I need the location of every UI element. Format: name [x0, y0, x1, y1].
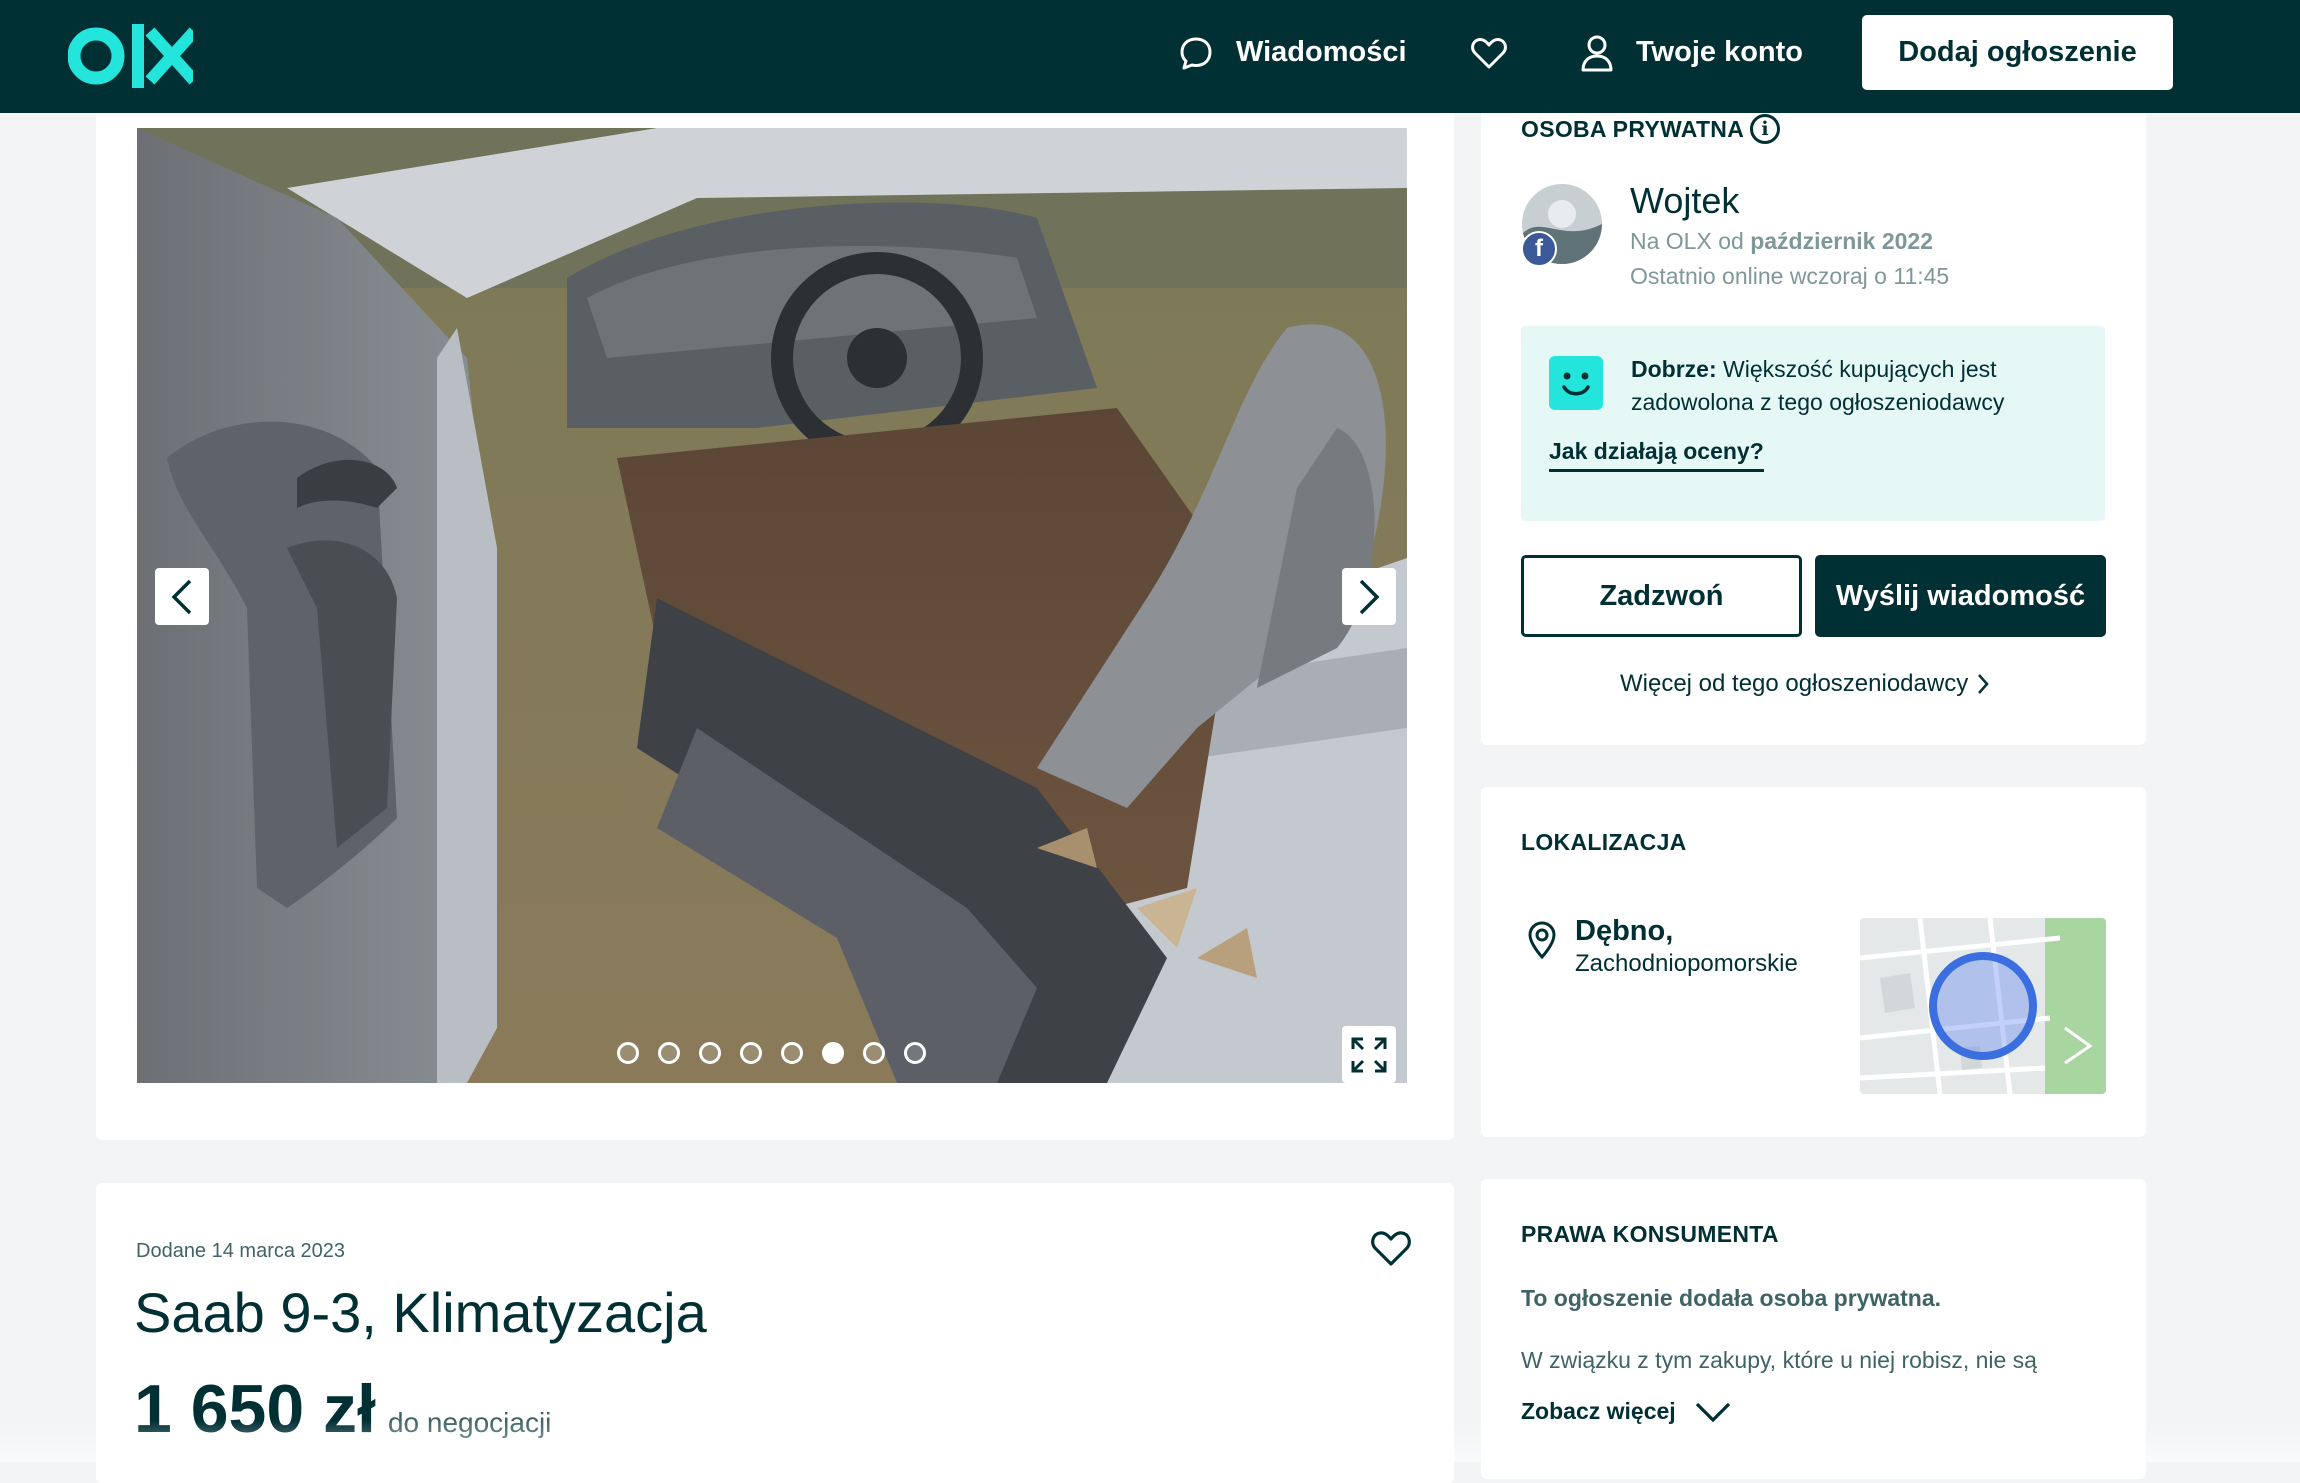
- photo-dot[interactable]: [658, 1042, 680, 1064]
- member-since-date: październik 2022: [1750, 228, 1933, 254]
- map-image: [1860, 918, 2106, 1094]
- chevron-down-icon: [1695, 1402, 1730, 1422]
- posted-date: Dodane 14 marca 2023: [136, 1240, 346, 1262]
- photo-dot[interactable]: [699, 1042, 721, 1064]
- fullscreen-button[interactable]: [1342, 1026, 1396, 1083]
- favorite-listing-button[interactable]: [1370, 1228, 1412, 1273]
- heart-icon: [1371, 1231, 1411, 1266]
- listing-price: 1 650 zł do negocjacji: [134, 1370, 551, 1448]
- rating-label: Dobrze:: [1631, 356, 1717, 382]
- previous-photo-button[interactable]: [155, 568, 209, 625]
- how-ratings-work-link[interactable]: Jak działają oceny?: [1549, 438, 1764, 472]
- car-interior-image: [137, 128, 1407, 1083]
- photo-dot[interactable]: [822, 1042, 844, 1064]
- call-button[interactable]: Zadzwoń: [1521, 555, 1802, 637]
- photo-dot[interactable]: [617, 1042, 639, 1064]
- account-link[interactable]: Twoje konto: [1580, 0, 1803, 105]
- member-since: Na OLX od październik 2022: [1630, 228, 1933, 255]
- expand-icon: [1351, 1037, 1387, 1072]
- rating-box: Dobrze: Większość kupujących jest zadowo…: [1521, 326, 2105, 521]
- favorites-button[interactable]: [1470, 0, 1530, 105]
- top-header: Wiadomości Twoje konto Dodaj ogłoszenie: [0, 0, 2300, 113]
- add-listing-button[interactable]: Dodaj ogłoszenie: [1862, 15, 2173, 90]
- price-value: 1 650 zł: [134, 1371, 376, 1447]
- consumer-text: W związku z tym zakupy, które u niej rob…: [1521, 1347, 2037, 1373]
- heart-icon: [1471, 37, 1507, 68]
- chevron-right-icon: [1978, 674, 1989, 694]
- chevron-right-icon: [1359, 579, 1380, 614]
- facebook-icon: f: [1521, 231, 1557, 267]
- next-photo-button[interactable]: [1342, 568, 1396, 625]
- last-online: Ostatnio online wczoraj o 11:45: [1630, 263, 1950, 289]
- photo-dot[interactable]: [781, 1042, 803, 1064]
- see-more-label: Zobacz więcej: [1521, 1398, 1676, 1424]
- user-icon: [1581, 35, 1613, 71]
- photo-indicator-dots: [617, 1042, 945, 1072]
- consumer-bold-text: To ogłoszenie dodała osoba prywatna.: [1521, 1285, 1942, 1311]
- messages-label: Wiadomości: [1236, 36, 1407, 68]
- price-note: do negocjacji: [387, 1407, 552, 1438]
- listing-photo[interactable]: [137, 128, 1407, 1083]
- seller-name[interactable]: Wojtek: [1630, 180, 1739, 222]
- listing-title: Saab 9-3, Klimatyzacja: [134, 1281, 707, 1344]
- see-more-button[interactable]: Zobacz więcej: [1521, 1398, 1732, 1425]
- olx-logo[interactable]: [68, 22, 193, 90]
- location-pin-icon: [1528, 921, 1556, 960]
- consumer-section-title: PRAWA KONSUMENTA: [1521, 1221, 1779, 1247]
- smiley-icon: [1549, 356, 1603, 410]
- photo-dot[interactable]: [904, 1042, 926, 1064]
- more-from-seller-label: Więcej od tego ogłoszeniodawcy: [1620, 670, 1969, 697]
- messages-link[interactable]: Wiadomości: [1178, 0, 1407, 105]
- location-city: Dębno,: [1575, 915, 1674, 947]
- photo-dot[interactable]: [863, 1042, 885, 1064]
- chat-bubble-icon: [1180, 37, 1212, 69]
- seller-section-title: OSOBA PRYWATNA: [1521, 116, 1745, 142]
- rating-text: Dobrze: Większość kupujących jest zadowo…: [1631, 353, 2071, 419]
- location-region: Zachodniopomorskie: [1575, 950, 1798, 977]
- chevron-left-icon: [171, 579, 192, 614]
- location-section-title: LOKALIZACJA: [1521, 829, 1687, 855]
- account-label: Twoje konto: [1636, 36, 1804, 68]
- info-icon[interactable]: i: [1750, 114, 1780, 144]
- member-since-prefix: Na OLX od: [1630, 228, 1751, 254]
- more-from-seller-link[interactable]: Więcej od tego ogłoszeniodawcy: [1620, 670, 1990, 698]
- send-message-button[interactable]: Wyślij wiadomość: [1815, 555, 2106, 637]
- location-map[interactable]: [1860, 918, 2106, 1094]
- photo-dot[interactable]: [740, 1042, 762, 1064]
